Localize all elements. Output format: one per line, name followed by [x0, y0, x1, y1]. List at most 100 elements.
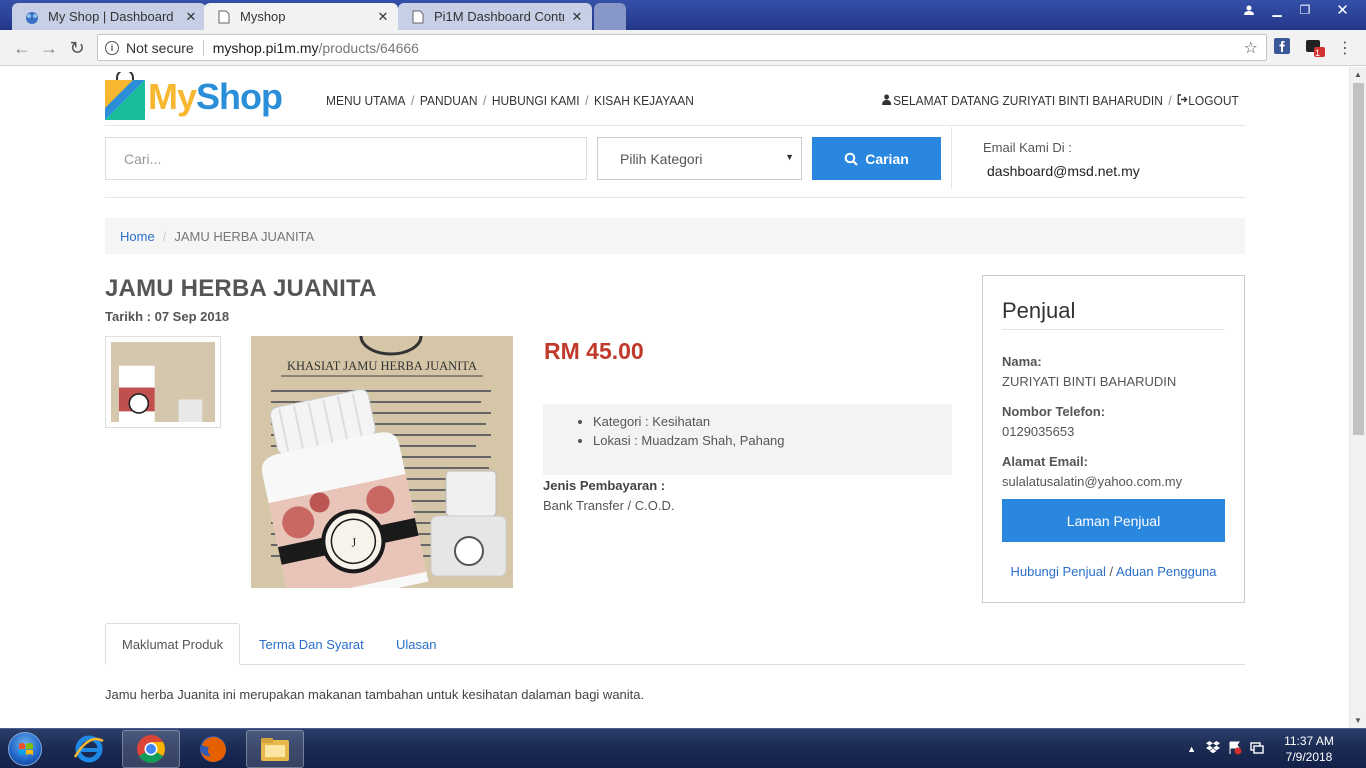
clock-time: 11:37 AM [1284, 734, 1334, 748]
tab-my-shop-dashboard[interactable]: My Shop | Dashboard ✕ [12, 3, 206, 30]
address-bar[interactable]: i Not secure myshop.pi1m.my /products/64… [97, 34, 1267, 61]
nav-kisah-kejayaan[interactable]: KISAH KEJAYAAN [594, 93, 694, 108]
extension-badge: 1 [1315, 48, 1321, 58]
category-select-value: Pilih Kategori [620, 150, 703, 167]
close-window-icon[interactable]: ✕ [1319, 0, 1366, 20]
tab-title: Pi1M Dashboard Control [434, 9, 564, 24]
show-hidden-icons-icon[interactable]: ▲ [1187, 744, 1196, 754]
nav-separator: / [1168, 93, 1172, 108]
myshop-logo[interactable]: MyShop [105, 72, 283, 122]
page-content: MyShop MENU UTAMA / PANDUAN / HUBUNGI KA… [0, 67, 1349, 728]
seller-name: ZURIYATI BINTI BAHARUDIN [1002, 374, 1177, 389]
window-controls: ▁ ❐ ✕ [1235, 0, 1366, 20]
search-button[interactable]: Carian [812, 137, 941, 180]
breadcrumb: Home / JAMU HERBA JUANITA [105, 218, 1245, 254]
seller-phone: 0129035653 [1002, 424, 1075, 439]
nav-hubungi-kami[interactable]: HUBUNGI KAMI [492, 93, 580, 108]
logo-text-shop: Shop [196, 76, 283, 117]
tab-close-icon[interactable]: ✕ [184, 9, 198, 25]
search-button-label: Carian [865, 150, 909, 167]
tab-pi1m-dashboard[interactable]: Pi1M Dashboard Control ✕ [398, 3, 592, 30]
tab-close-icon[interactable]: ✕ [570, 9, 584, 25]
new-tab-button[interactable] [594, 3, 626, 30]
product-location: Lokasi : Muadzam Shah, Pahang [593, 433, 952, 448]
chrome-menu-icon[interactable]: ⋮ [1333, 36, 1357, 60]
breadcrumb-home[interactable]: Home [120, 229, 155, 244]
reload-icon[interactable]: ↻ [65, 36, 89, 60]
product-main-image[interactable]: KHASIAT JAMU HERBA JUANITA J [251, 336, 513, 588]
browser-tab-bar: My Shop | Dashboard ✕ Myshop ✕ Pi1M Dash… [0, 0, 1366, 30]
action-center-flag-icon[interactable] [1228, 741, 1242, 758]
tab-myshop[interactable]: Myshop ✕ [204, 3, 398, 30]
tab-terma-dan-syarat[interactable]: Terma Dan Syarat [243, 623, 380, 665]
breadcrumb-separator: / [162, 228, 167, 244]
internet-explorer-icon[interactable] [60, 730, 118, 768]
minimize-icon[interactable]: ▁ [1263, 0, 1291, 20]
page-scrollbar[interactable]: ▲ ▼ [1349, 67, 1366, 728]
tab-maklumat-produk[interactable]: Maklumat Produk [105, 623, 241, 665]
chrome-icon[interactable] [122, 730, 180, 768]
product-image-heading: KHASIAT JAMU HERBA JUANITA [287, 359, 477, 373]
firefox-icon[interactable] [184, 730, 242, 768]
facebook-extension-icon[interactable] [1274, 38, 1292, 56]
back-arrow-icon[interactable]: ← [10, 36, 34, 60]
logout-icon [1177, 93, 1188, 108]
tab-ulasan[interactable]: Ulasan [380, 623, 452, 665]
contact-email[interactable]: dashboard@msd.net.my [987, 163, 1140, 179]
main-nav: MENU UTAMA / PANDUAN / HUBUNGI KAMI / KI… [326, 93, 694, 108]
dropbox-icon[interactable] [1206, 741, 1220, 757]
product-thumbnail-image [111, 342, 215, 422]
nav-panduan[interactable]: PANDUAN [420, 93, 478, 108]
report-user-link[interactable]: Aduan Pengguna [1116, 564, 1216, 579]
forward-arrow-icon[interactable]: → [37, 36, 61, 60]
scroll-thumb[interactable] [1353, 83, 1364, 435]
url-host: myshop.pi1m.my [212, 39, 319, 56]
user-profile-icon[interactable] [1235, 0, 1263, 20]
nav-menu-utama[interactable]: MENU UTAMA [326, 93, 406, 108]
network-icon[interactable] [1250, 741, 1264, 758]
nav-separator: / [411, 93, 415, 108]
seller-link-separator: / [1109, 564, 1114, 579]
payment-label: Jenis Pembayaran : [543, 478, 666, 493]
product-thumbnail[interactable] [105, 336, 221, 428]
logo-text-my: My [148, 76, 197, 117]
seller-email: sulalatusalatin@yahoo.com.my [1002, 474, 1183, 489]
start-button[interactable] [4, 730, 46, 768]
user-nav: SELAMAT DATANG ZURIYATI BINTI BAHARUDIN … [882, 93, 1239, 108]
file-explorer-icon[interactable] [246, 730, 304, 768]
seller-email-label: Alamat Email: [1002, 454, 1088, 469]
welcome-text[interactable]: SELAMAT DATANG ZURIYATI BINTI BAHARUDIN [893, 93, 1163, 108]
omnibox-divider [202, 39, 204, 56]
page-favicon-icon [216, 9, 232, 25]
windows-taskbar: ▲ 11:37 AM 7/9/2018 [0, 728, 1366, 768]
scroll-up-icon[interactable]: ▲ [1354, 70, 1362, 79]
header-divider [105, 125, 1245, 126]
payment-value: Bank Transfer / C.O.D. [543, 498, 675, 513]
seller-page-button[interactable]: Laman Penjual [1002, 499, 1225, 542]
page-favicon-icon [410, 9, 426, 25]
product-category: Kategori : Kesihatan [593, 414, 952, 429]
logout-link[interactable]: LOGOUT [1188, 93, 1239, 108]
system-tray: ▲ 11:37 AM 7/9/2018 [1187, 729, 1366, 768]
extension-icon[interactable]: 1 [1305, 38, 1325, 58]
seller-name-label: Nama: [1002, 354, 1042, 369]
contact-seller-link[interactable]: Hubungi Penjual [1010, 564, 1105, 579]
search-input[interactable]: Cari... [105, 137, 587, 180]
search-row-divider [105, 197, 1245, 198]
category-select[interactable]: Pilih Kategori ▼ [597, 137, 802, 180]
seller-heading: Penjual [1002, 298, 1225, 330]
system-clock[interactable]: 11:37 AM 7/9/2018 [1274, 733, 1344, 765]
product-description: Jamu herba Juanita ini merupakan makanan… [105, 687, 645, 702]
scroll-down-icon[interactable]: ▼ [1354, 716, 1362, 725]
restore-icon[interactable]: ❐ [1291, 0, 1319, 20]
breadcrumb-current: JAMU HERBA JUANITA [174, 228, 315, 244]
product-price: RM 45.00 [544, 338, 644, 364]
bookmark-star-icon[interactable]: ☆ [1244, 38, 1258, 58]
clock-date: 7/9/2018 [1285, 750, 1333, 764]
seller-links: Hubungi Penjual / Aduan Pengguna [1002, 564, 1225, 579]
tab-close-icon[interactable]: ✕ [376, 9, 390, 25]
shopping-bag-logo-icon [105, 72, 145, 120]
product-title: JAMU HERBA JUANITA [105, 275, 377, 302]
browser-toolbar: ← → ↻ i Not secure myshop.pi1m.my /produ… [0, 30, 1366, 66]
info-icon[interactable]: i [105, 40, 119, 55]
